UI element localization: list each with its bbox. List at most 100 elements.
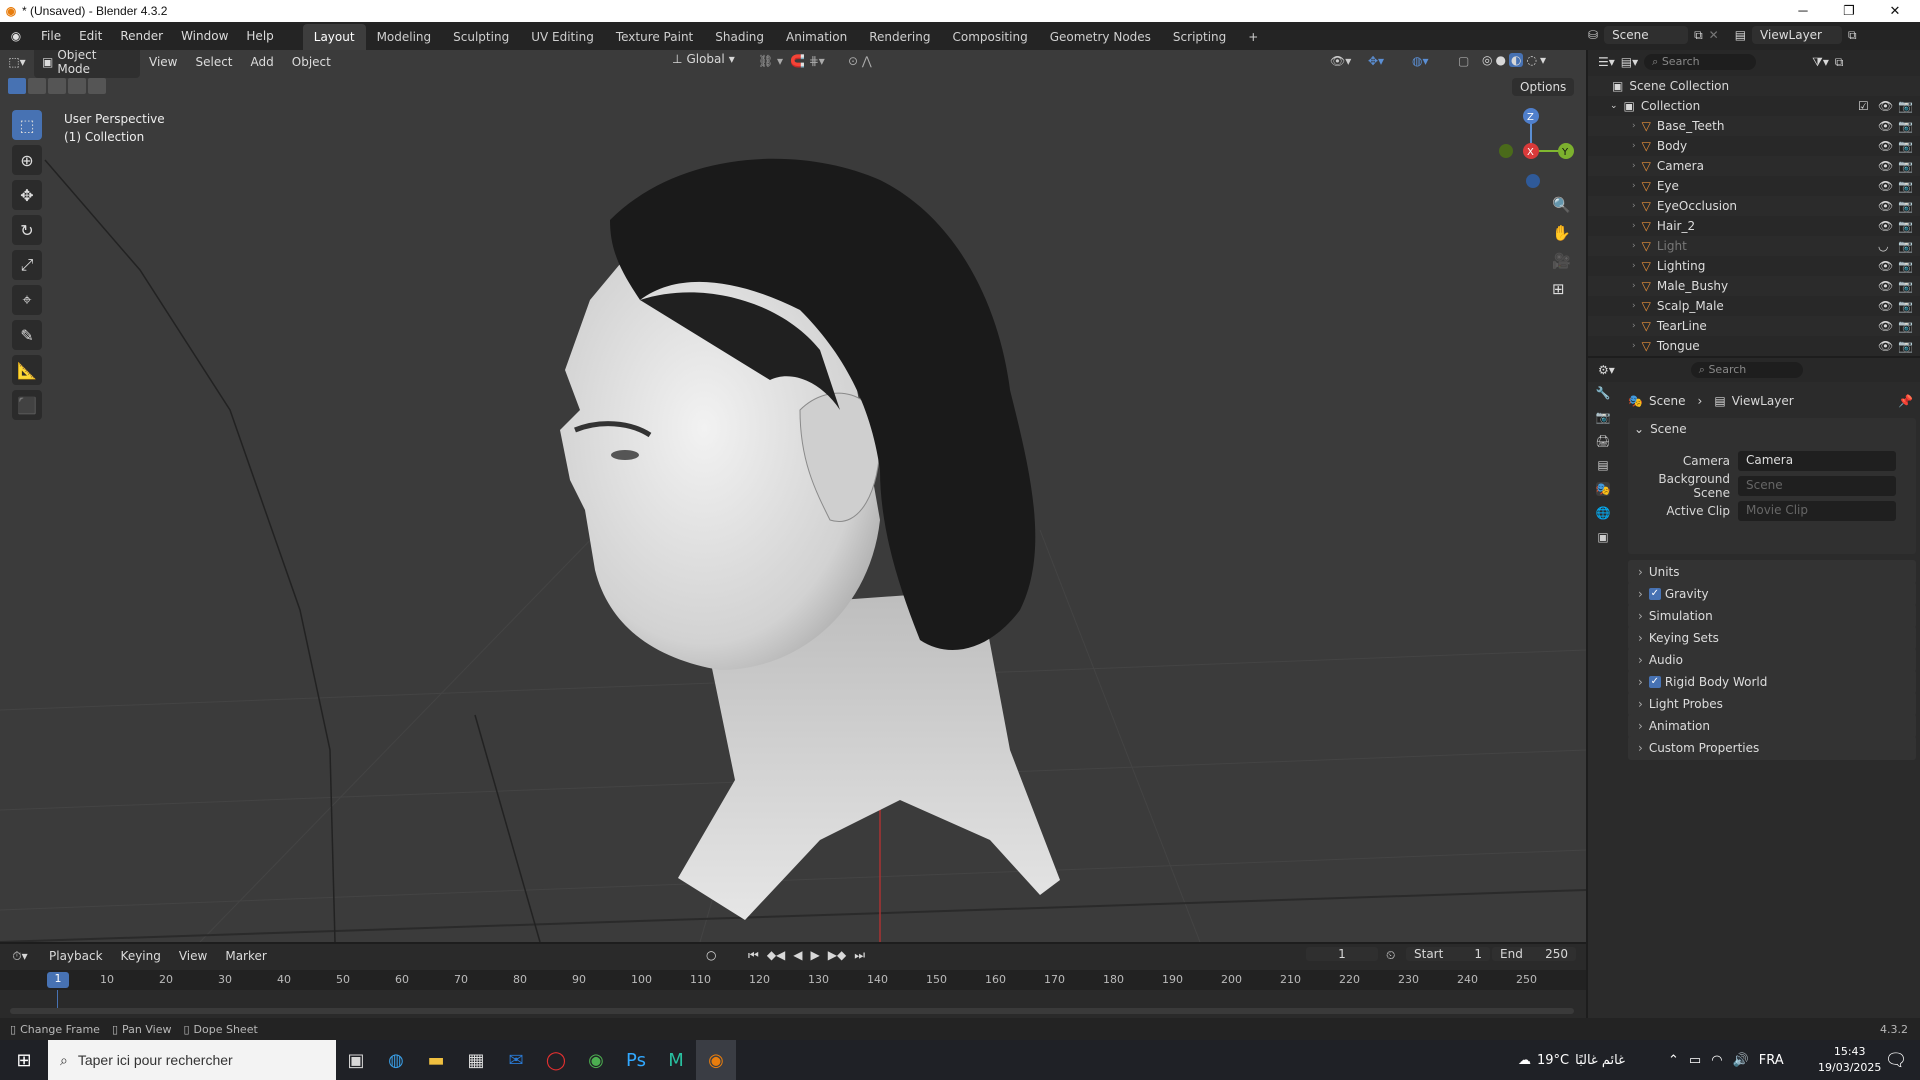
measure-tool-icon[interactable]: 📐: [12, 355, 42, 385]
chevron-right-icon[interactable]: ›: [1632, 341, 1636, 351]
delete-scene-icon[interactable]: ✕: [1709, 28, 1719, 42]
task-view-icon[interactable]: ▣: [336, 1040, 376, 1080]
visibility-icon[interactable]: 👁▾: [1330, 54, 1351, 68]
shading-options-icon[interactable]: ▾: [1540, 53, 1546, 67]
cursor-tool-icon[interactable]: ⊕: [12, 145, 42, 175]
blender-menu-icon[interactable]: ◉: [0, 29, 32, 43]
windows-start-icon[interactable]: ⊞: [0, 1040, 48, 1080]
camera-render-icon[interactable]: 📷: [1898, 199, 1913, 213]
chevron-right-icon[interactable]: ›: [1632, 281, 1636, 291]
field-value[interactable]: Movie Clip: [1738, 501, 1896, 521]
panel-rigid-body-world[interactable]: › ✓ Rigid Body World: [1628, 670, 1916, 694]
eye-icon[interactable]: 👁: [1878, 119, 1893, 133]
snap-icon[interactable]: 🧲 ⋕▾: [790, 54, 825, 68]
timeline-editor-icon[interactable]: ⏱▾: [0, 949, 40, 964]
viewport-menu-view[interactable]: View: [140, 50, 186, 76]
edge-icon[interactable]: ◍: [376, 1040, 416, 1080]
camera-render-icon[interactable]: 📷: [1898, 259, 1913, 273]
outlook-icon[interactable]: ✉: [496, 1040, 536, 1080]
camera-render-icon[interactable]: 📷: [1898, 159, 1913, 173]
tab-uv-editing[interactable]: UV Editing: [520, 24, 605, 50]
eye-icon[interactable]: 👁: [1878, 299, 1893, 313]
wireframe-shading-icon[interactable]: ◎: [1482, 53, 1492, 67]
outliner-item-lighting[interactable]: › ▽ Lighting 👁 📷: [1588, 256, 1920, 276]
chevron-right-icon[interactable]: ›: [1632, 261, 1636, 271]
chevron-up-icon[interactable]: ⌃: [1668, 1053, 1679, 1068]
camera-render-icon[interactable]: 📷: [1898, 99, 1913, 113]
tab-animation[interactable]: Animation: [775, 24, 858, 50]
outliner-item-eyeocclusion[interactable]: › ▽ EyeOcclusion 👁 📷: [1588, 196, 1920, 216]
chevron-right-icon[interactable]: ›: [1632, 181, 1636, 191]
select-subtract-icon[interactable]: [48, 78, 66, 94]
timeline-menu-keying[interactable]: Keying: [112, 942, 170, 970]
menu-window[interactable]: Window: [172, 22, 237, 50]
mode-selector[interactable]: ▣ Object Mode: [34, 50, 140, 78]
zoom-icon[interactable]: 🔍: [1552, 196, 1571, 214]
material-shading-icon[interactable]: ◐: [1508, 53, 1524, 67]
scene-collection-row[interactable]: ▣ Scene Collection: [1588, 76, 1920, 96]
chevron-down-icon[interactable]: ⌄: [1610, 101, 1618, 111]
new-view-layer-icon[interactable]: ⧉: [1848, 28, 1857, 43]
notifications-icon[interactable]: 🗨: [1876, 1040, 1916, 1080]
scene-icon[interactable]: ⛁: [1588, 28, 1598, 42]
menu-render[interactable]: Render: [111, 22, 172, 50]
tool-tab-icon[interactable]: 🔧: [1596, 386, 1611, 400]
menu-edit[interactable]: Edit: [70, 22, 111, 50]
panel-checkbox[interactable]: ✓: [1648, 676, 1661, 688]
outliner-item-male-bushy[interactable]: › ▽ Male_Bushy 👁 📷: [1588, 276, 1920, 296]
rotate-tool-icon[interactable]: ↻: [12, 215, 42, 245]
options-button[interactable]: Options: [1512, 78, 1575, 96]
chevron-right-icon[interactable]: ›: [1632, 221, 1636, 231]
properties-search-input[interactable]: ⌕ Search: [1690, 362, 1803, 378]
weather-widget[interactable]: ☁ 19°C غائم غالبًا: [1518, 1053, 1625, 1068]
display-mode-icon[interactable]: ▤▾: [1621, 55, 1638, 69]
current-frame-field[interactable]: 1: [1306, 947, 1378, 961]
tab-sculpting[interactable]: Sculpting: [442, 24, 520, 50]
menu-file[interactable]: File: [32, 22, 70, 50]
camera-render-icon[interactable]: 📷: [1898, 219, 1913, 233]
new-collection-icon[interactable]: ⧉: [1835, 55, 1844, 70]
close-button[interactable]: ✕: [1872, 0, 1918, 22]
clock[interactable]: 15:43 19/03/2025: [1818, 1044, 1881, 1076]
annotate-tool-icon[interactable]: ✎: [12, 320, 42, 350]
outliner-item-tongue[interactable]: › ▽ Tongue 👁 📷: [1588, 336, 1920, 356]
camera-render-icon[interactable]: 📷: [1898, 239, 1913, 253]
file-explorer-icon[interactable]: ▬: [416, 1040, 456, 1080]
jump-end-icon[interactable]: ⏭: [854, 948, 865, 963]
output-tab-icon[interactable]: 🖨: [1595, 434, 1610, 448]
opera-icon[interactable]: ◯: [536, 1040, 576, 1080]
outliner-item-body[interactable]: › ▽ Body 👁 📷: [1588, 136, 1920, 156]
eye-icon[interactable]: 👁: [1878, 139, 1893, 153]
store-icon[interactable]: ▦: [456, 1040, 496, 1080]
network-icon[interactable]: ◠: [1711, 1053, 1722, 1068]
editor-type-icon[interactable]: ⬚▾: [0, 55, 34, 69]
scale-tool-icon[interactable]: ⤢: [12, 250, 42, 280]
properties-editor-icon[interactable]: ⚙▾: [1598, 363, 1615, 377]
playhead-frame[interactable]: 1: [47, 972, 69, 988]
collection-tab-icon[interactable]: ▣: [1597, 530, 1608, 544]
eye-icon[interactable]: 👁: [1878, 339, 1893, 353]
panel-gravity[interactable]: › ✓ Gravity: [1628, 582, 1916, 606]
gizmo-toggle-icon[interactable]: ✥▾: [1368, 54, 1384, 68]
chevron-right-icon[interactable]: ›: [1632, 301, 1636, 311]
viewport-menu-add[interactable]: Add: [242, 50, 283, 76]
auto-keying-icon[interactable]: ○: [706, 948, 716, 962]
select-new-icon[interactable]: [8, 78, 26, 94]
play-icon[interactable]: ▶: [811, 948, 820, 963]
start-frame-field[interactable]: Start 1: [1406, 947, 1490, 961]
collection-row[interactable]: ⌄ ▣ Collection ☑ 👁 📷: [1588, 96, 1920, 116]
maya-icon[interactable]: M: [656, 1040, 696, 1080]
grid-view-icon[interactable]: ⊞: [1552, 280, 1571, 298]
scene-selector[interactable]: Scene: [1604, 26, 1689, 44]
blender-taskbar-icon[interactable]: ◉: [696, 1040, 736, 1080]
move-tool-icon[interactable]: ✥: [12, 180, 42, 210]
outliner-item-camera[interactable]: › ▽ Camera 👁 📷: [1588, 156, 1920, 176]
view-layer-selector[interactable]: ViewLayer: [1752, 26, 1843, 44]
outliner-item-base-teeth[interactable]: › ▽ Base_Teeth 👁 📷: [1588, 116, 1920, 136]
viewport-menu-select[interactable]: Select: [186, 50, 241, 76]
pivot-icon[interactable]: ⛓ ▾: [758, 54, 783, 68]
panel-simulation[interactable]: › Simulation: [1628, 604, 1916, 628]
field-value[interactable]: Scene: [1738, 476, 1896, 496]
chevron-right-icon[interactable]: ›: [1632, 141, 1636, 151]
world-tab-icon[interactable]: 🌐: [1596, 506, 1611, 520]
